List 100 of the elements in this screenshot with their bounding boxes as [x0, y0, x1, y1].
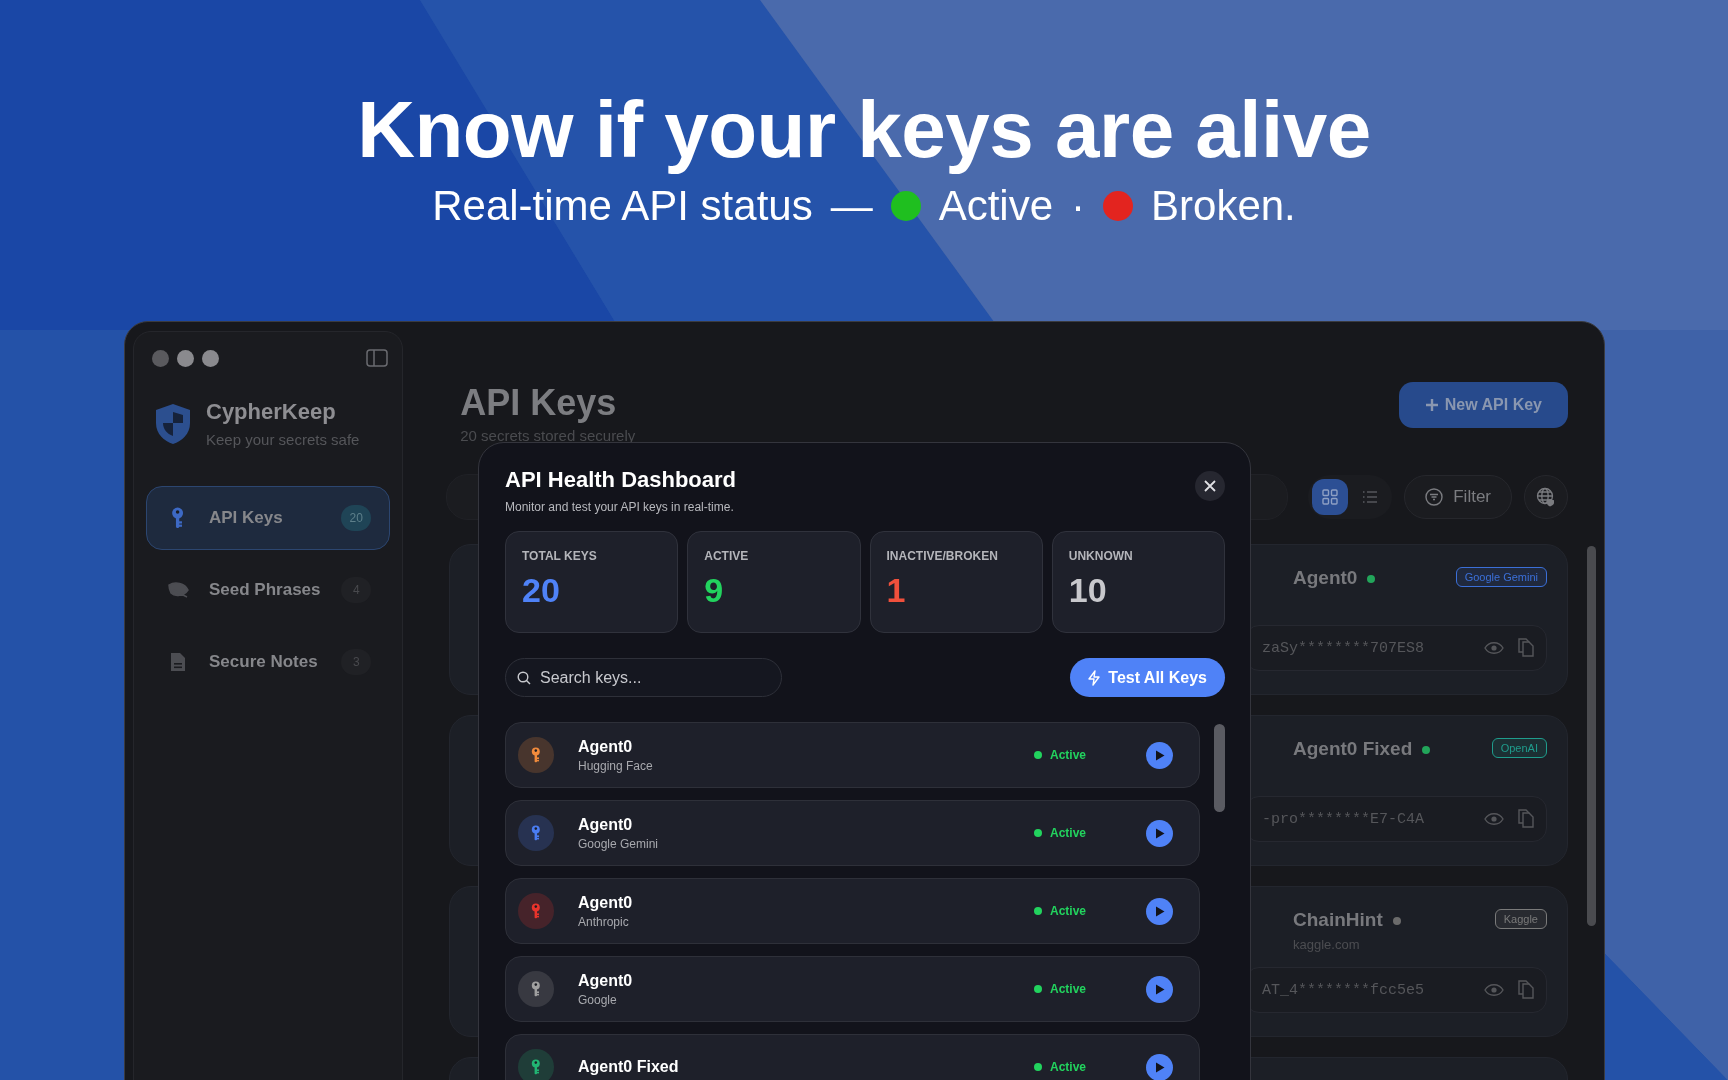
copy-icon — [1518, 638, 1534, 658]
stat-value: 20 — [522, 571, 561, 610]
key-icon — [531, 825, 541, 841]
copy-button[interactable] — [1518, 980, 1534, 1000]
test-button[interactable] — [1146, 819, 1173, 847]
leaf-icon — [167, 581, 189, 599]
show-button[interactable] — [1484, 983, 1504, 997]
stat-label: TOTAL KEYS — [522, 549, 598, 563]
new-key-button[interactable]: New API Key — [1398, 382, 1568, 428]
key-name: Agent0 Fixed — [1293, 738, 1413, 760]
key-row[interactable]: Agent0 Anthropic Active — [505, 878, 1200, 944]
count-badge: 20 — [341, 505, 372, 531]
provider-tag: OpenAI — [1491, 738, 1547, 758]
key-icon — [531, 903, 541, 919]
test-all-button[interactable]: Test All Keys — [1070, 658, 1225, 697]
page-title: API Keys — [460, 381, 618, 425]
status-dot — [1034, 829, 1042, 837]
test-button[interactable] — [1146, 897, 1173, 925]
provider-name: Anthropic — [578, 914, 630, 929]
copy-icon — [1518, 980, 1534, 1000]
search-icon — [517, 671, 531, 685]
stat-label: INACTIVE/BROKEN — [886, 549, 999, 563]
eye-icon — [1484, 983, 1504, 997]
filter-icon — [1425, 488, 1444, 506]
sidebar-toggle-icon[interactable] — [366, 349, 389, 367]
document-icon — [170, 652, 186, 672]
status-dot — [1034, 751, 1042, 759]
key-name: Agent0 — [578, 971, 634, 990]
dash: — — [830, 181, 873, 231]
view-button[interactable] — [1312, 479, 1349, 515]
status-label: Active — [1050, 748, 1087, 762]
provider-name: Google Gemini — [578, 836, 660, 851]
key-icon — [171, 507, 185, 529]
filter-button[interactable]: Filter — [1404, 475, 1512, 519]
status-label: Broken. — [1151, 181, 1296, 231]
status-dot — [1034, 1063, 1042, 1071]
headline: Know if your keys are alive — [357, 84, 1371, 176]
key-row[interactable]: Agent0 Fixed Active — [505, 1034, 1200, 1080]
status-label: Active — [1050, 1060, 1087, 1074]
key-name: Agent0 — [578, 893, 634, 912]
list-icon — [1362, 490, 1379, 504]
provider-name: Google — [578, 992, 618, 1007]
test-button[interactable] — [1146, 741, 1173, 769]
key-name: ChainHint — [1293, 909, 1383, 931]
play-icon — [1154, 983, 1165, 995]
play-icon — [1154, 1061, 1165, 1073]
status-dot — [1034, 907, 1042, 915]
provider-tag: Kaggle — [1494, 909, 1547, 929]
status-label: Active — [1050, 982, 1087, 996]
app-tagline: Keep your secrets safe — [206, 431, 360, 448]
masked-key: zaSy********707ES8 — [1262, 639, 1470, 657]
key-name: Agent0 — [578, 815, 634, 834]
scrollbar[interactable] — [1214, 724, 1225, 812]
stat-label: ACTIVE — [704, 549, 750, 563]
status-label: Active — [1050, 826, 1087, 840]
test-button[interactable] — [1146, 1053, 1173, 1080]
app-name: CypherKeep — [206, 399, 337, 425]
play-icon — [1154, 905, 1165, 917]
show-button[interactable] — [1484, 641, 1504, 655]
window-control[interactable] — [177, 349, 194, 367]
window-control[interactable] — [152, 349, 169, 367]
key-name: Agent0 Fixed — [578, 1058, 680, 1076]
eye-icon — [1484, 641, 1504, 655]
search-field[interactable]: Search keys... — [505, 658, 782, 697]
status-label: Active — [1050, 904, 1087, 918]
lightning-icon — [1088, 669, 1101, 686]
stat-value: 9 — [704, 571, 725, 610]
separator-dot: · — [1071, 181, 1086, 231]
grid-icon — [1322, 489, 1339, 505]
key-row[interactable]: Agent0 Google Active — [505, 956, 1200, 1022]
test-button[interactable] — [1146, 975, 1173, 1003]
tagline: Real-time API status — [432, 181, 813, 231]
key-row[interactable]: Agent0 Hugging Face Active — [505, 722, 1200, 788]
globe-button[interactable] — [1524, 475, 1568, 519]
key-icon — [531, 747, 541, 763]
key-name: Agent0 — [578, 737, 634, 756]
key-row[interactable]: Agent0 Google Gemini Active — [505, 800, 1200, 866]
dialog-subtitle: Monitor and test your API keys in real-time. — [505, 500, 735, 514]
key-icon — [531, 1059, 541, 1075]
scrollbar[interactable] — [1587, 546, 1596, 926]
window-control[interactable] — [202, 349, 219, 367]
stat-label: UNKNOWN — [1068, 549, 1134, 563]
sidebar-item[interactable]: API Keys 20 — [146, 486, 391, 550]
play-icon — [1154, 749, 1165, 761]
provider-name: Hugging Face — [578, 758, 654, 773]
eye-icon — [1484, 812, 1504, 826]
stat-value: 1 — [886, 571, 907, 610]
shield-icon — [154, 402, 192, 445]
stat-value: 10 — [1068, 571, 1108, 610]
close-button[interactable] — [1195, 471, 1225, 501]
key-icon — [531, 981, 541, 997]
copy-button[interactable] — [1518, 638, 1534, 658]
status-dot — [1034, 985, 1042, 993]
show-button[interactable] — [1484, 812, 1504, 826]
provider-tag: Google Gemini — [1455, 567, 1547, 587]
copy-button[interactable] — [1518, 809, 1534, 829]
status-label: Active — [938, 181, 1054, 231]
copy-icon — [1518, 809, 1534, 829]
plus-icon — [1424, 398, 1439, 412]
masked-key: AT_4********fcc5e5 — [1262, 981, 1470, 999]
